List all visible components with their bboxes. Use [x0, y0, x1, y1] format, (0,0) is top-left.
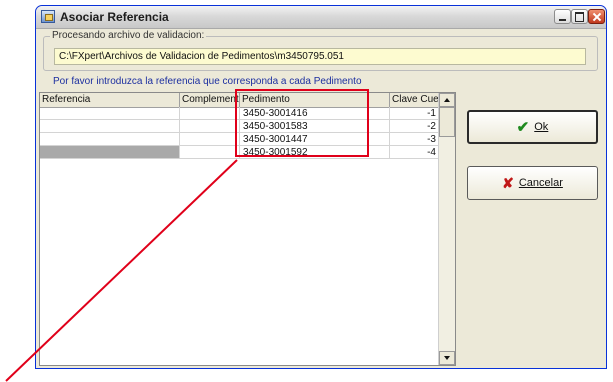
instructions-text: Por favor introduzca la referencia que c… — [53, 76, 362, 87]
ok-button[interactable]: ✔ Ok — [467, 110, 598, 144]
pedimento-highlight-box — [235, 89, 369, 157]
cancel-button[interactable]: ✘ Cancelar — [467, 166, 598, 200]
complementaria-cell[interactable] — [180, 120, 240, 133]
close-button[interactable] — [588, 9, 605, 24]
ok-button-label: Ok — [534, 121, 549, 133]
clave-cuenta-cell: -1 — [390, 107, 440, 120]
asociar-referencia-dialog: Asociar Referencia Procesando archivo de… — [35, 5, 607, 369]
scroll-up-arrow-icon[interactable] — [439, 93, 455, 107]
maximize-button[interactable] — [571, 9, 588, 24]
header-referencia[interactable]: Referencia — [40, 93, 180, 107]
clave-cuenta-cell: -2 — [390, 120, 440, 133]
scroll-down-arrow-icon[interactable] — [439, 351, 455, 365]
title-bar[interactable]: Asociar Referencia — [36, 6, 606, 29]
clave-cuenta-cell: -4 — [390, 146, 440, 159]
complementaria-cell[interactable] — [180, 107, 240, 120]
referencia-cell[interactable] — [40, 133, 180, 146]
window-title: Asociar Referencia — [60, 10, 169, 24]
processing-groupbox: Procesando archivo de validacion: C:\FXp… — [43, 30, 598, 71]
clave-cuenta-cell: -3 — [390, 133, 440, 146]
file-path-field: C:\FXpert\Archivos de Validacion de Pedi… — [54, 48, 586, 65]
referencia-cell-selected[interactable] — [40, 146, 180, 159]
complementaria-cell[interactable] — [180, 146, 240, 159]
complementaria-cell[interactable] — [180, 133, 240, 146]
check-icon: ✔ — [516, 119, 530, 136]
header-clave-cuenta[interactable]: Clave Cuenta — [390, 93, 440, 107]
app-icon — [41, 10, 55, 23]
grid-vertical-scrollbar[interactable] — [438, 93, 455, 365]
minimize-button[interactable] — [554, 9, 571, 24]
referencia-cell[interactable] — [40, 107, 180, 120]
scroll-thumb[interactable] — [439, 107, 455, 137]
cancel-button-label: Cancelar — [518, 177, 563, 189]
referencia-cell[interactable] — [40, 120, 180, 133]
processing-legend: Procesando archivo de validacion: — [50, 30, 207, 41]
x-icon: ✘ — [502, 174, 514, 191]
header-complementaria[interactable]: Complementaria — [180, 93, 240, 107]
